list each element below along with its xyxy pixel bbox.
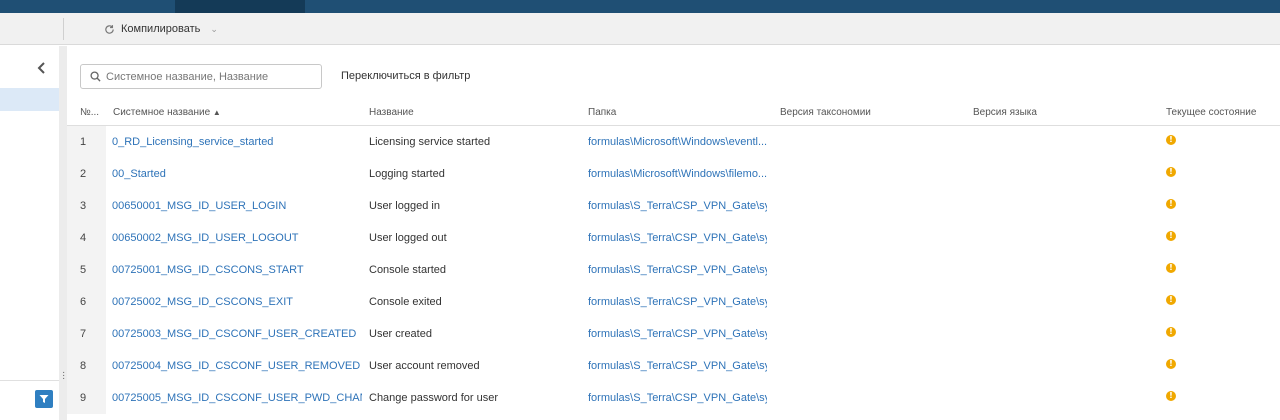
table-row[interactable]: 6 00725002_MSG_ID_CSCONS_EXIT Console exit…: [67, 286, 1280, 318]
panel-splitter[interactable]: [59, 46, 67, 420]
compile-button[interactable]: Компилировать ⌄: [104, 21, 218, 37]
warning-status-icon: !: [1166, 199, 1178, 211]
search-icon: [90, 71, 101, 82]
folder-link[interactable]: formulas\S_Terra\CSP_VPN_Gate\sy...: [588, 264, 767, 276]
row-number: 3: [67, 190, 106, 222]
name-cell: User logged in: [369, 200, 440, 212]
system-name-link[interactable]: 0_RD_Licensing_service_started: [112, 136, 362, 148]
compile-label: Компилировать: [121, 23, 201, 35]
system-name-link[interactable]: 00725004_MSG_ID_CSCONF_USER_REMOVED: [112, 360, 362, 372]
column-header-state[interactable]: Текущее состояние: [1166, 107, 1256, 118]
row-number: 7: [67, 318, 106, 350]
warning-status-icon: !: [1166, 263, 1178, 275]
name-cell: Console started: [369, 264, 447, 276]
table-row[interactable]: 4 00650002_MSG_ID_USER_LOGOUT User logged …: [67, 222, 1280, 254]
name-cell: User logged out: [369, 232, 447, 244]
table-row[interactable]: 5 00725001_MSG_ID_CSCONS_START Console sta…: [67, 254, 1280, 286]
table-row[interactable]: 8 00725004_MSG_ID_CSCONF_USER_REMOVED User…: [67, 350, 1280, 382]
sidebar-footer: [0, 380, 59, 420]
folder-link[interactable]: formulas\S_Terra\CSP_VPN_Gate\sy...: [588, 328, 767, 340]
column-header-folder[interactable]: Папка: [588, 107, 616, 118]
column-header-system-name[interactable]: Системное название ▲: [113, 107, 221, 118]
table-row[interactable]: 9 00725005_MSG_ID_CSCONF_USER_PWD_CHANGED…: [67, 382, 1280, 414]
sidebar: [0, 46, 59, 420]
folder-link[interactable]: formulas\S_Terra\CSP_VPN_Gate\sy...: [588, 392, 767, 404]
name-cell: Change password for user: [369, 392, 499, 404]
sort-ascending-icon: ▲: [212, 108, 221, 117]
switch-to-filter-link[interactable]: Переключиться в фильтр: [341, 70, 470, 82]
warning-status-icon: !: [1166, 359, 1178, 371]
folder-link[interactable]: formulas\S_Terra\CSP_VPN_Gate\sy...: [588, 296, 767, 308]
warning-icon: !: [1166, 231, 1176, 241]
warning-icon: !: [1166, 391, 1176, 401]
table-row[interactable]: 7 00725003_MSG_ID_CSCONF_USER_CREATED User…: [67, 318, 1280, 350]
column-header-name[interactable]: Название: [369, 107, 414, 118]
row-number: 5: [67, 254, 106, 286]
refresh-icon: [105, 24, 114, 34]
column-header-num[interactable]: №...: [80, 107, 99, 118]
warning-status-icon: !: [1166, 231, 1178, 243]
row-number: 2: [67, 158, 106, 190]
warning-status-icon: !: [1166, 135, 1178, 147]
name-cell: User created: [369, 328, 432, 340]
column-header-language-version[interactable]: Версия языка: [973, 107, 1037, 118]
system-name-link[interactable]: 00650001_MSG_ID_USER_LOGIN: [112, 200, 362, 212]
folder-link[interactable]: formulas\S_Terra\CSP_VPN_Gate\sy...: [588, 232, 767, 244]
warning-icon: !: [1166, 359, 1176, 369]
table-body: 1 0_RD_Licensing_service_started Licensing…: [67, 126, 1280, 414]
warning-icon: !: [1166, 295, 1176, 305]
row-number: 8: [67, 350, 106, 382]
row-number: 6: [67, 286, 106, 318]
folder-link[interactable]: formulas\Microsoft\Windows\filemo...: [588, 168, 767, 180]
system-name-link[interactable]: 00725001_MSG_ID_CSCONS_START: [112, 264, 362, 276]
row-number: 1: [67, 126, 106, 158]
system-name-header-label: Системное название: [113, 107, 211, 118]
warning-icon: !: [1166, 167, 1176, 177]
collapse-sidebar-icon[interactable]: [36, 61, 48, 75]
toolbar-divider: [63, 18, 64, 40]
folder-link[interactable]: formulas\S_Terra\CSP_VPN_Gate\sy...: [588, 200, 767, 212]
warning-status-icon: !: [1166, 327, 1178, 339]
table-header: №... Системное название ▲ Название Папка…: [67, 98, 1280, 126]
folder-link[interactable]: formulas\S_Terra\CSP_VPN_Gate\sy...: [588, 360, 767, 372]
table-row[interactable]: 3 00650001_MSG_ID_USER_LOGIN User logged i…: [67, 190, 1280, 222]
filter-icon[interactable]: [35, 390, 53, 408]
top-nav-bar: [0, 0, 1280, 13]
row-number: 9: [67, 382, 106, 414]
chevron-down-icon[interactable]: ⌄: [210, 24, 218, 35]
name-cell: Logging started: [369, 168, 445, 180]
system-name-link[interactable]: 00725002_MSG_ID_CSCONS_EXIT: [112, 296, 362, 308]
name-cell: Console exited: [369, 296, 442, 308]
warning-icon: !: [1166, 135, 1176, 145]
column-header-taxonomy-version[interactable]: Версия таксономии: [780, 107, 871, 118]
warning-status-icon: !: [1166, 167, 1178, 179]
row-number: 4: [67, 222, 106, 254]
active-nav-tab[interactable]: [175, 0, 305, 13]
search-field[interactable]: [80, 64, 322, 89]
warning-icon: !: [1166, 199, 1176, 209]
splitter-grip-icon[interactable]: · · ·: [62, 368, 65, 384]
system-name-link[interactable]: 00650002_MSG_ID_USER_LOGOUT: [112, 232, 362, 244]
warning-icon: !: [1166, 263, 1176, 273]
table-row[interactable]: 1 0_RD_Licensing_service_started Licensing…: [67, 126, 1280, 158]
system-name-link[interactable]: 00_Started: [112, 168, 362, 180]
system-name-link[interactable]: 00725005_MSG_ID_CSCONF_USER_PWD_CHANGED: [112, 392, 362, 404]
sidebar-selected-item[interactable]: [0, 88, 59, 111]
warning-status-icon: !: [1166, 295, 1178, 307]
warning-icon: !: [1166, 327, 1176, 337]
toolbar: Компилировать ⌄: [0, 13, 1280, 45]
search-input[interactable]: [106, 70, 316, 83]
table-row[interactable]: 2 00_Started Logging started formulas\Micro…: [67, 158, 1280, 190]
name-cell: Licensing service started: [369, 136, 491, 148]
name-cell: User account removed: [369, 360, 480, 372]
formulas-table: №... Системное название ▲ Название Папка…: [67, 98, 1280, 414]
folder-link[interactable]: formulas\Microsoft\Windows\eventl...: [588, 136, 767, 148]
warning-status-icon: !: [1166, 391, 1178, 403]
system-name-link[interactable]: 00725003_MSG_ID_CSCONF_USER_CREATED: [112, 328, 362, 340]
